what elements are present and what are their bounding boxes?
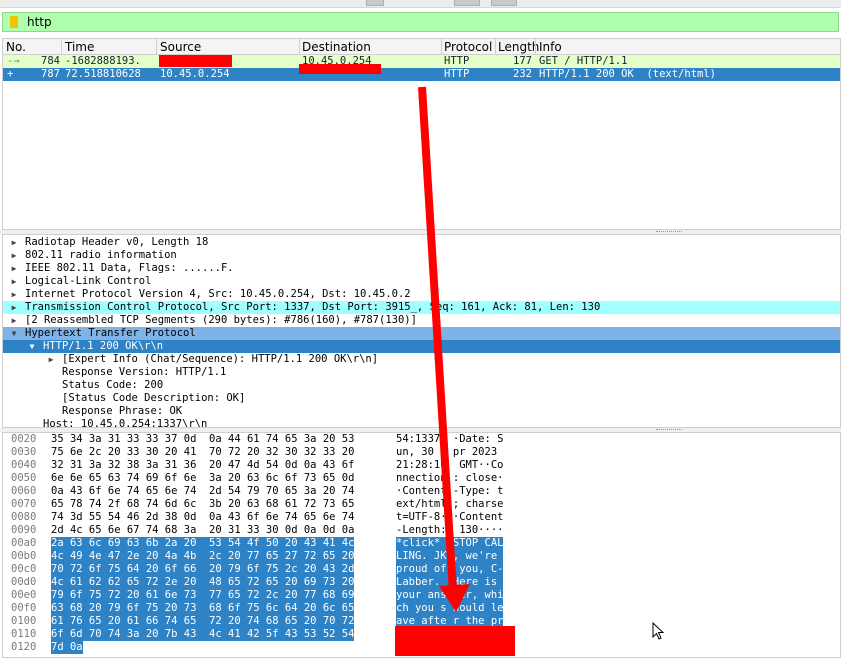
detail-row-status-description[interactable]: [Status Code Description: OK] [3, 392, 840, 405]
packet-row[interactable]: -→ 784 -1682888193. 10.45.0.254 HTTP 177… [3, 55, 840, 68]
bytes-row-selected[interactable]: 00e0 79 6f 75 72 20 61 6e 73 77 65 72 2c … [3, 589, 840, 602]
packet-no: 784 [41, 55, 60, 67]
detail-row-ipv4[interactable]: ▶ Internet Protocol Version 4, Src: 10.45… [3, 288, 840, 301]
detail-row-host[interactable]: Host: 10.45.0.254:1337\r\n [3, 418, 840, 427]
packet-length: 177 [513, 55, 532, 67]
expand-arrow-icon[interactable]: ▶ [9, 249, 19, 262]
packet-time: -1682888193. [65, 55, 141, 67]
detail-row-llc[interactable]: ▶ Logical-Link Control [3, 275, 840, 288]
redaction-box [159, 55, 232, 67]
detail-row-status-code[interactable]: Status Code: 200 [3, 379, 840, 392]
column-time[interactable]: Time [65, 40, 94, 54]
bytes-row[interactable]: 0030 75 6e 2c 20 33 30 20 41 70 72 20 32 … [3, 446, 840, 459]
expand-arrow-icon[interactable]: ▶ [9, 301, 19, 314]
packet-time: 72.518810628 [65, 68, 141, 80]
column-info[interactable]: Info [539, 40, 562, 54]
bytes-row[interactable]: 0090 2d 4c 65 6e 67 74 68 3a 20 31 33 30 … [3, 524, 840, 537]
bytes-row-selected[interactable]: 00f0 63 68 20 79 6f 75 20 73 68 6f 75 6c … [3, 602, 840, 615]
display-filter-input[interactable]: http [27, 15, 52, 29]
packet-details-pane[interactable]: ▶ Radiotap Header v0, Length 18 ▶ 802.11 r… [2, 234, 841, 428]
redaction-box [395, 626, 515, 656]
expand-arrow-icon[interactable]: ▶ [9, 288, 19, 301]
main-toolbar [0, 0, 841, 8]
collapse-arrow-icon[interactable]: ▼ [27, 340, 37, 353]
bookmark-icon[interactable] [10, 16, 18, 28]
detail-row-http[interactable]: ▼ Hypertext Transfer Protocol [3, 327, 840, 340]
expand-arrow-icon[interactable]: ▶ [9, 262, 19, 275]
packet-info: GET / HTTP/1.1 [539, 55, 628, 67]
bytes-row-selected[interactable]: 00b0 4c 49 4e 47 2e 20 4a 4b 2c 20 77 65 … [3, 550, 840, 563]
packet-protocol: HTTP [444, 55, 470, 67]
column-protocol[interactable]: Protocol [444, 40, 492, 54]
packet-source: 10.45.0.254 [160, 68, 230, 80]
bytes-row[interactable]: 0050 6e 6e 65 63 74 69 6f 6e 3a 20 63 6c … [3, 472, 840, 485]
bytes-row-selected[interactable]: 00a0 2a 63 6c 69 63 6b 2a 20 53 54 4f 50 … [3, 537, 840, 550]
detail-row-response-version[interactable]: Response Version: HTTP/1.1 [3, 366, 840, 379]
expand-arrow-icon[interactable]: ▶ [9, 275, 19, 288]
packet-no: 787 [41, 68, 60, 80]
detail-row-ieee80211[interactable]: ▶ IEEE 802.11 Data, Flags: ......F. [3, 262, 840, 275]
packet-bytes-pane[interactable]: 0020 35 34 3a 31 33 33 37 0d 0a 44 61 74 … [2, 432, 841, 658]
expand-arrow-icon[interactable]: ▶ [46, 353, 56, 366]
bytes-row[interactable]: 0070 65 78 74 2f 68 74 6d 6c 3b 20 63 68 … [3, 498, 840, 511]
column-length[interactable]: Length [498, 40, 539, 54]
packet-list-header: No. Time Source Destination Protocol Len… [3, 39, 840, 55]
mouse-cursor-icon [652, 622, 665, 640]
detail-row-reassembled[interactable]: ▶ [2 Reassembled TCP Segments (290 bytes)… [3, 314, 840, 327]
bytes-row[interactable]: 0080 74 3d 55 54 46 2d 38 0d 0a 43 6f 6e … [3, 511, 840, 524]
packet-row-selected[interactable]: + 787 72.518810628 10.45.0.254 HTTP 232 … [3, 68, 840, 81]
bytes-row[interactable]: 0020 35 34 3a 31 33 33 37 0d 0a 44 61 74 … [3, 433, 840, 446]
related-packet-icon: -→ [7, 55, 20, 67]
packet-length: 232 [513, 68, 532, 80]
detail-row-radiotap[interactable]: ▶ Radiotap Header v0, Length 18 [3, 236, 840, 249]
detail-row-http-status-line[interactable]: ▼ HTTP/1.1 200 OK\r\n [3, 340, 840, 353]
detail-row-radio-info[interactable]: ▶ 802.11 radio information [3, 249, 840, 262]
toolbar-button[interactable] [454, 0, 480, 6]
redaction-box [299, 64, 381, 74]
bytes-row[interactable]: 0040 32 31 3a 32 38 3a 31 36 20 47 4d 54 … [3, 459, 840, 472]
bytes-row-selected[interactable]: 00c0 70 72 6f 75 64 20 6f 66 20 79 6f 75 … [3, 563, 840, 576]
packet-list-pane[interactable]: No. Time Source Destination Protocol Len… [2, 38, 841, 230]
display-filter-bar[interactable]: http [2, 12, 839, 32]
collapse-arrow-icon[interactable]: ▼ [9, 327, 19, 340]
packet-info: HTTP/1.1 200 OK (text/html) [539, 68, 717, 80]
related-packet-icon: + [7, 68, 14, 80]
detail-row-expert-info[interactable]: ▶ [Expert Info (Chat/Sequence): HTTP/1.1 … [3, 353, 840, 366]
toolbar-button[interactable] [366, 0, 384, 6]
detail-row-tcp[interactable]: ▶ Transmission Control Protocol, Src Port… [3, 301, 840, 314]
bytes-row[interactable]: 0060 0a 43 6f 6e 74 65 6e 74 2d 54 79 70 … [3, 485, 840, 498]
bytes-row-selected[interactable]: 00d0 4c 61 62 62 65 72 2e 20 48 65 72 65 … [3, 576, 840, 589]
packet-protocol: HTTP [444, 68, 470, 80]
column-destination[interactable]: Destination [302, 40, 371, 54]
detail-row-response-phrase[interactable]: Response Phrase: OK [3, 405, 840, 418]
expand-arrow-icon[interactable]: ▶ [9, 314, 19, 327]
column-source[interactable]: Source [160, 40, 201, 54]
toolbar-button[interactable] [491, 0, 517, 6]
column-no[interactable]: No. [6, 40, 26, 54]
expand-arrow-icon[interactable]: ▶ [9, 236, 19, 249]
